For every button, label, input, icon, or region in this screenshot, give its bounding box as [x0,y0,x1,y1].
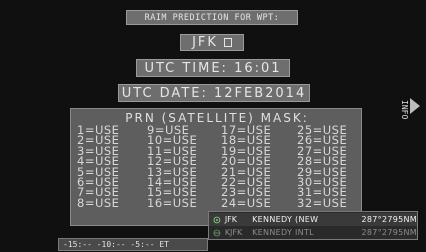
prn-column-3: 17=USE 18=USE 19=USE 20=USE 21=USE 22=US… [221,124,271,209]
input-cursor [223,38,232,47]
right-arrow-icon [410,98,420,114]
prn-cell[interactable]: 8=USE [77,197,119,209]
prn-cell[interactable]: 32=USE [297,197,347,209]
raim-prediction-screen: RAIM PREDICTION FOR WPT: JFK UTC TIME: 1… [0,0,426,252]
airport-icon [213,229,221,236]
prn-column-4: 25=USE 26=USE 27=USE 28=USE 29=USE 30=US… [297,124,347,209]
suggestion-item[interactable]: JFK KENNEDY (NEW 287°2795NM [209,213,417,226]
suggestion-name: KENNEDY (NEW [252,215,319,224]
info-page-button[interactable]: INFO [395,90,425,130]
prn-mask-panel: PRN (SATELLITE) MASK: 1=USE 2=USE 3=USE … [70,108,362,226]
utc-date-field[interactable]: UTC DATE: 12FEB2014 [118,84,310,102]
prn-column-2: 9=USE 10=USE 11=USE 12=USE 13=USE 14=USE… [147,124,197,209]
utc-time-field[interactable]: UTC TIME: 16:01 [136,59,290,77]
page-title: RAIM PREDICTION FOR WPT: [126,10,298,25]
waypoint-field[interactable]: JFK [180,34,244,51]
nav-icon [213,216,221,223]
suggestion-id: JFK [224,215,238,224]
waypoint-value: JFK [192,35,218,50]
prn-cell[interactable]: 16=USE [147,197,197,209]
waypoint-suggestion-list: JFK KENNEDY (NEW 287°2795NM KJFK KENNEDY… [208,211,418,240]
info-label: INFO [400,100,409,120]
prn-cell[interactable]: 24=USE [221,197,271,209]
suggestion-item[interactable]: KJFK KENNEDY INTL 287°2795NM [209,226,417,239]
prn-column-1: 1=USE 2=USE 3=USE 4=USE 5=USE 6=USE 7=US… [77,124,119,209]
suggestion-bearing: 287°2795NM [361,228,417,237]
time-offset-bar[interactable]: -15:-- -10:-- -5:-- ET [58,238,208,251]
suggestion-bearing: 287°2795NM [361,215,417,224]
suggestion-id: KJFK [224,228,243,237]
suggestion-name: KENNEDY INTL [252,228,314,237]
